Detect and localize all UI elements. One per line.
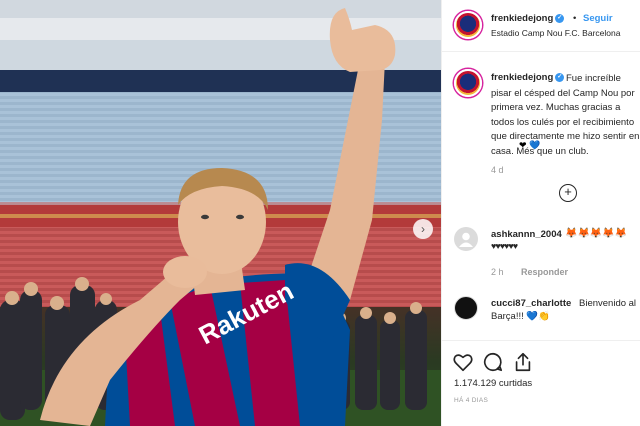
follow-button[interactable]: Seguir bbox=[583, 13, 613, 24]
post-photo[interactable]: Rakuten › bbox=[0, 0, 441, 426]
chevron-right-icon: › bbox=[421, 222, 425, 236]
next-photo-button[interactable]: › bbox=[413, 219, 433, 239]
caption-author-avatar[interactable] bbox=[454, 69, 482, 97]
comment-text-line2: ♥♥♥♥♥♥ bbox=[491, 241, 518, 251]
comment-username[interactable]: ashkannn_2004 bbox=[491, 229, 562, 240]
post-date[interactable]: HÁ 4 DIAS bbox=[454, 397, 488, 404]
reply-button[interactable]: Responder bbox=[521, 267, 568, 277]
post-actions: 1.174.129 curtidas HÁ 4 DIAS bbox=[442, 340, 640, 426]
post-header: frenkiedejong ✓ • Seguir Estadio Camp Nou… bbox=[442, 0, 640, 52]
photo-illustration: Rakuten bbox=[0, 0, 441, 426]
comment-avatar[interactable] bbox=[454, 227, 478, 251]
comment-timestamp[interactable]: 2 h bbox=[491, 267, 504, 277]
share-icon[interactable] bbox=[512, 351, 534, 373]
caption-emoji: ❤ 💙 bbox=[519, 140, 541, 150]
plus-circle-icon: + bbox=[564, 184, 572, 199]
post-side-panel: frenkiedejong ✓ • Seguir Estadio Camp Nou… bbox=[441, 0, 640, 426]
caption-text: Fue increíble pisar el césped del Camp N… bbox=[491, 73, 640, 157]
comment-username[interactable]: cucci87_charlotte bbox=[491, 298, 571, 309]
comment-avatar[interactable] bbox=[454, 296, 478, 320]
caption-username-text[interactable]: frenkiedejong bbox=[491, 72, 553, 83]
comment-icon[interactable] bbox=[482, 351, 504, 373]
verified-icon: ✓ bbox=[555, 72, 565, 82]
caption-author-username[interactable]: frenkiedejong ✓ bbox=[491, 72, 565, 83]
comment-text-line2: Barça!!! 💙👏 bbox=[491, 311, 551, 322]
likes-count[interactable]: 1.174.129 curtidas bbox=[454, 378, 532, 389]
verified-icon: ✓ bbox=[555, 13, 565, 23]
likes-number[interactable]: 1.174.129 bbox=[454, 378, 496, 389]
instagram-post-view: Rakuten › frenkiedejong ✓ • Seguir Estadi… bbox=[0, 0, 640, 426]
heart-icon[interactable] bbox=[452, 351, 474, 373]
post-location[interactable]: Estadio Camp Nou F.C. Barcelona bbox=[491, 28, 620, 38]
author-avatar[interactable] bbox=[454, 11, 482, 39]
author-username[interactable]: frenkiedejong ✓ bbox=[491, 13, 565, 24]
comment-text: 🦊🦊🦊🦊🦊 bbox=[565, 228, 628, 239]
author-username-text[interactable]: frenkiedejong bbox=[491, 13, 553, 24]
likes-label[interactable]: curtidas bbox=[499, 378, 532, 389]
comment-text: Bienvenido al bbox=[579, 298, 637, 309]
caption-timestamp[interactable]: 4 d bbox=[491, 165, 504, 175]
default-avatar-icon bbox=[459, 232, 473, 247]
load-more-comments-button[interactable]: + bbox=[559, 184, 577, 202]
header-separator: • bbox=[573, 13, 577, 24]
